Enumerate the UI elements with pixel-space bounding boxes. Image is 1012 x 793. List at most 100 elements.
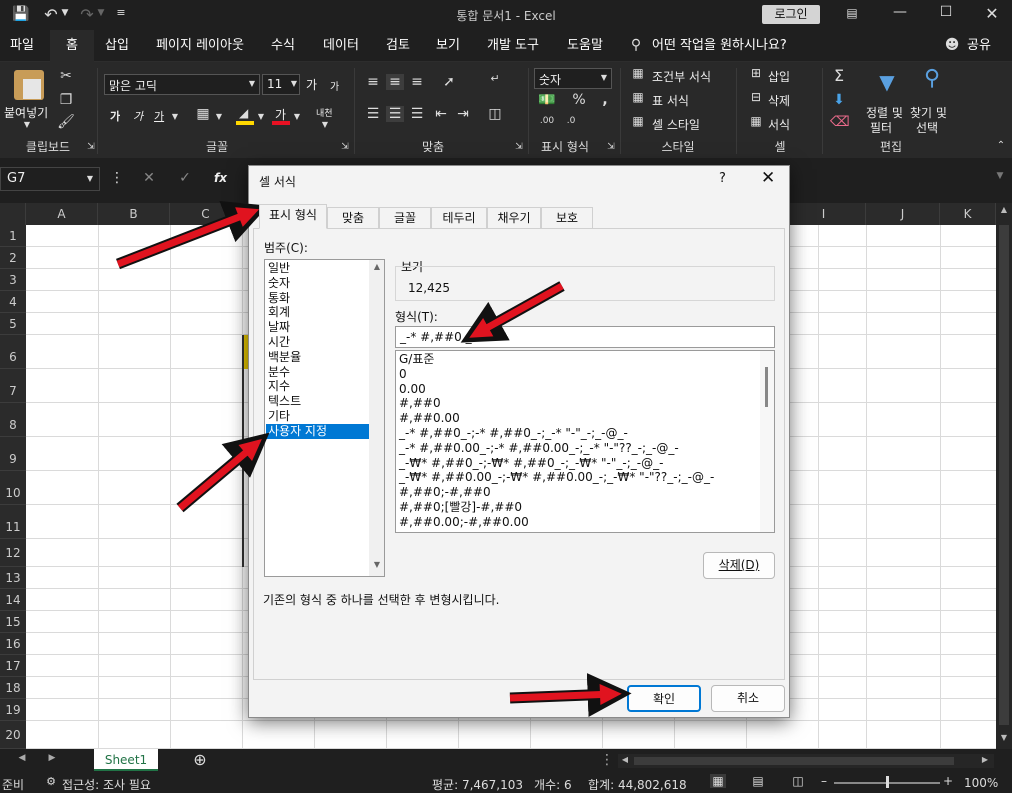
format-item[interactable]: _-₩* #,##0.00_-;-₩* #,##0.00_-;_-₩* "-"?… — [399, 470, 759, 485]
font-color-icon[interactable]: 가 — [272, 106, 292, 126]
zoom-out-icon[interactable]: – — [818, 774, 830, 788]
border-icon[interactable]: ▦ — [194, 106, 212, 122]
tab-view[interactable]: 보기 — [428, 30, 468, 62]
category-item[interactable]: 일반 — [266, 261, 370, 276]
align-bottom-icon[interactable]: ≡ — [408, 74, 426, 90]
scroll-left-icon[interactable]: ◀ — [620, 755, 630, 764]
font-launcher-icon[interactable]: ⇲ — [340, 142, 350, 152]
row-header[interactable]: 1 — [0, 225, 26, 247]
row-header[interactable]: 18 — [0, 677, 26, 699]
cut-icon[interactable]: ✂ — [57, 68, 75, 84]
scroll-down-icon[interactable]: ▼ — [998, 733, 1010, 742]
align-middle-icon[interactable]: ≡ — [386, 74, 404, 90]
column-header[interactable]: B — [98, 203, 170, 225]
fill-color-dropdown-icon[interactable]: ▼ — [256, 112, 266, 121]
number-launcher-icon[interactable]: ⇲ — [606, 142, 616, 152]
page-layout-view-icon[interactable]: ▤ — [750, 774, 766, 788]
tab-data[interactable]: 데이터 — [315, 30, 367, 62]
cancel-button[interactable]: 취소 — [711, 685, 785, 712]
insert-cells-icon[interactable]: ⊞ — [748, 66, 764, 80]
zoom-in-icon[interactable]: + — [942, 774, 954, 788]
align-center-icon[interactable]: ☰ — [386, 106, 404, 122]
expand-formula-icon[interactable]: ▼ — [994, 171, 1006, 181]
row-header[interactable]: 2 — [0, 247, 26, 269]
tab-review[interactable]: 검토 — [378, 30, 418, 62]
table-format-icon[interactable]: ▦ — [630, 90, 646, 104]
tab-border[interactable]: 테두리 — [431, 207, 487, 229]
phonetic-dropdown-icon[interactable]: ▼ — [320, 120, 330, 129]
category-item[interactable]: 날짜 — [266, 320, 370, 335]
more-icon[interactable]: ⋮ — [110, 170, 124, 186]
column-header[interactable]: J — [866, 203, 940, 225]
tab-font[interactable]: 글꼴 — [379, 207, 431, 229]
help-button[interactable]: ? — [719, 171, 726, 186]
row-header[interactable]: 6 — [0, 335, 26, 369]
accessibility-icon[interactable]: ⚙ — [44, 775, 58, 788]
normal-view-icon[interactable]: ▦ — [710, 774, 726, 788]
scroll-thumb[interactable] — [634, 757, 954, 765]
merge-center-icon[interactable]: ◫ — [486, 106, 504, 122]
cell-style-button[interactable]: 셀 스타일 — [652, 116, 700, 133]
row-header[interactable]: 10 — [0, 471, 26, 505]
more-icon[interactable]: ⋮ — [600, 752, 614, 768]
row-header[interactable]: 15 — [0, 611, 26, 633]
category-item[interactable]: 지수 — [266, 379, 370, 394]
row-header[interactable]: 11 — [0, 505, 26, 539]
font-name-box[interactable]: 맑은 고딕 ▼ — [104, 74, 260, 95]
accounting-format-icon[interactable]: 💵 — [538, 92, 556, 108]
tab-number[interactable]: 표시 형식 — [259, 204, 327, 229]
category-item[interactable]: 통화 — [266, 291, 370, 306]
tab-protection[interactable]: 보호 — [541, 207, 593, 229]
zoom-slider-thumb[interactable] — [886, 776, 889, 788]
category-item[interactable]: 기타 — [266, 409, 370, 424]
format-item[interactable]: #,##0;-#,##0 — [399, 485, 759, 500]
type-input[interactable]: _-* #,##0,_- — [395, 326, 775, 348]
row-header[interactable]: 13 — [0, 567, 26, 589]
align-left-icon[interactable]: ☰ — [364, 106, 382, 122]
italic-button[interactable]: 가 — [133, 108, 143, 124]
scroll-right-icon[interactable]: ▶ — [980, 755, 990, 764]
category-item[interactable]: 백분율 — [266, 350, 370, 365]
column-header[interactable]: I — [782, 203, 866, 225]
scroll-up-icon[interactable]: ▲ — [998, 205, 1010, 214]
minimize-icon[interactable]: — — [892, 4, 908, 20]
decrease-indent-icon[interactable]: ⇤ — [432, 106, 450, 122]
row-header[interactable]: 14 — [0, 589, 26, 611]
category-item[interactable]: 시간 — [266, 335, 370, 350]
format-painter-icon[interactable]: 🖌 — [57, 114, 75, 130]
row-header[interactable]: 3 — [0, 269, 26, 291]
delete-cells-button[interactable]: 삭제 — [768, 92, 790, 109]
fill-color-icon[interactable]: ◢ — [236, 106, 256, 126]
name-box[interactable]: G7 ▼ — [0, 167, 100, 191]
row-header[interactable]: 8 — [0, 403, 26, 437]
shrink-font-button[interactable]: 가 — [330, 78, 339, 93]
cancel-entry-icon[interactable]: ✕ — [140, 170, 158, 186]
format-item[interactable]: #,##0.00 — [399, 411, 759, 426]
underline-dropdown-icon[interactable]: ▼ — [170, 112, 180, 121]
row-header[interactable]: 5 — [0, 313, 26, 335]
tab-developer[interactable]: 개발 도구 — [479, 30, 547, 62]
chevron-down-icon[interactable]: ▼ — [289, 79, 299, 88]
row-header[interactable]: 12 — [0, 539, 26, 567]
fill-icon[interactable]: ⬇ — [830, 92, 848, 108]
format-item[interactable]: #,##0.00;-#,##0.00 — [399, 515, 759, 530]
ribbon-display-icon[interactable]: ▤ — [844, 6, 860, 20]
chevron-down-icon[interactable]: ▼ — [599, 73, 609, 82]
category-item[interactable]: 텍스트 — [266, 394, 370, 409]
tab-page-layout[interactable]: 페이지 레이아웃 — [150, 30, 250, 62]
format-item[interactable]: #,##0 — [399, 396, 759, 411]
paste-icon[interactable] — [14, 70, 44, 100]
grow-font-button[interactable]: 가 — [306, 76, 317, 93]
comma-style-icon[interactable]: , — [596, 92, 614, 108]
category-item[interactable]: 회계 — [266, 305, 370, 320]
sort-filter-icon[interactable]: ▼ — [872, 70, 902, 94]
bold-button[interactable]: 가 — [110, 108, 120, 124]
tell-me-search[interactable]: 어떤 작업을 원하시나요? — [652, 30, 798, 62]
share-button[interactable]: 공유 — [962, 30, 996, 62]
format-item[interactable]: 0 — [399, 367, 759, 382]
close-icon[interactable]: ✕ — [984, 4, 1000, 23]
decrease-decimal-icon[interactable]: .0 — [562, 116, 580, 126]
category-item[interactable]: 분수 — [266, 365, 370, 380]
delete-cells-icon[interactable]: ⊟ — [748, 90, 764, 104]
number-format-box[interactable]: 숫자 ▼ — [534, 68, 612, 89]
